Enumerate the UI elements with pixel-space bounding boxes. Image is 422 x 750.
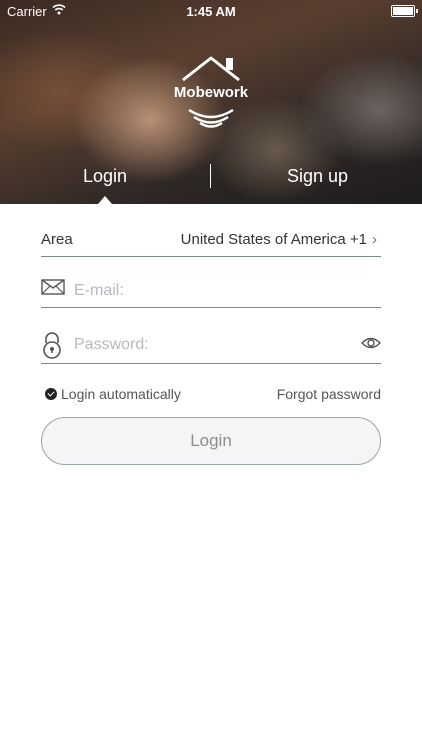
login-button[interactable]: Login xyxy=(41,417,381,465)
tab-signup[interactable]: Sign up xyxy=(270,166,365,187)
auth-tabs: Login Sign up xyxy=(0,162,422,204)
chevron-right-icon: › xyxy=(372,231,377,248)
hero-banner: Carrier 1:45 AM Mobework Login Sign up xyxy=(0,0,422,204)
tab-login[interactable]: Login xyxy=(60,166,150,187)
lock-icon xyxy=(43,332,61,359)
email-input[interactable] xyxy=(72,278,336,304)
auto-login-label[interactable]: Login automatically xyxy=(61,386,181,402)
active-tab-indicator xyxy=(98,196,112,204)
clock: 1:45 AM xyxy=(186,4,236,19)
brand-name: Mobework xyxy=(173,84,249,101)
house-logo-icon xyxy=(182,56,240,82)
forgot-password-link[interactable]: Forgot password xyxy=(277,386,381,402)
battery-icon xyxy=(391,5,418,17)
auto-login-checkbox[interactable] xyxy=(45,388,57,400)
tab-divider xyxy=(210,164,211,188)
area-value: United States of America +1 xyxy=(180,231,367,248)
eye-icon[interactable] xyxy=(361,336,381,350)
login-options: Login automatically Forgot password xyxy=(41,384,381,406)
envelope-icon xyxy=(41,279,65,295)
status-bar: Carrier 1:45 AM xyxy=(0,0,422,22)
password-input[interactable] xyxy=(72,332,336,358)
password-field-row xyxy=(41,328,381,364)
area-label: Area xyxy=(41,231,73,248)
brand-logo: Mobework xyxy=(161,54,261,134)
email-field-row xyxy=(41,274,381,308)
area-selector[interactable]: Area United States of America +1 › xyxy=(41,225,381,257)
signal-waves-icon xyxy=(188,108,234,128)
